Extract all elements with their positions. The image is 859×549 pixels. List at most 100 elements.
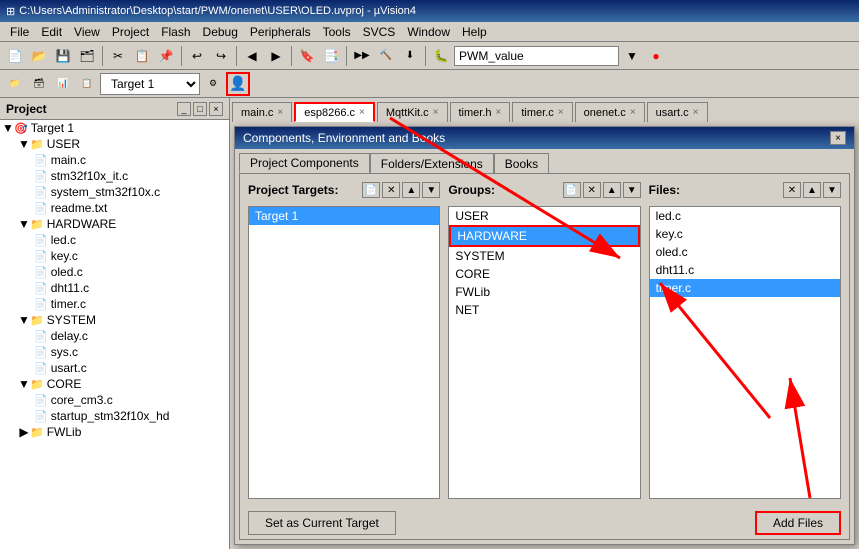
group-item-4[interactable]: FWLib — [449, 283, 639, 301]
tab-close-esp8266-c[interactable]: × — [359, 107, 365, 118]
panel-max-btn[interactable]: □ — [193, 102, 207, 116]
tab-esp8266-c[interactable]: esp8266.c × — [294, 102, 375, 122]
menu-peripherals[interactable]: Peripherals — [244, 23, 317, 41]
tree-oled-c[interactable]: 📄 oled.c — [0, 264, 229, 280]
group-item-3[interactable]: CORE — [449, 265, 639, 283]
rebuild-btn[interactable]: 🔨 — [375, 45, 397, 67]
groups-new-btn[interactable]: 📄 — [563, 182, 581, 198]
targets-up-btn[interactable]: ▲ — [402, 182, 420, 198]
menu-project[interactable]: Project — [106, 23, 155, 41]
menu-window[interactable]: Window — [401, 23, 456, 41]
file-item-0[interactable]: led.c — [650, 207, 840, 225]
targets-down-btn[interactable]: ▼ — [422, 182, 440, 198]
group-item-2[interactable]: SYSTEM — [449, 247, 639, 265]
tree-key-c[interactable]: 📄 key.c — [0, 248, 229, 264]
tab-close-timer-c[interactable]: × — [558, 107, 564, 118]
tree-system-folder[interactable]: ▼ 📁 SYSTEM — [0, 312, 229, 328]
download-btn[interactable]: ⬇ — [399, 45, 421, 67]
redo-btn[interactable]: ↪ — [210, 45, 232, 67]
tab-timer-h[interactable]: timer.h × — [450, 102, 511, 122]
tab-timer-c[interactable]: timer.c × — [512, 102, 572, 122]
tree-sys-c[interactable]: 📄 sys.c — [0, 344, 229, 360]
groups-up-btn[interactable]: ▲ — [603, 182, 621, 198]
tree-stm32-it[interactable]: 📄 stm32f10x_it.c — [0, 168, 229, 184]
tree-startup[interactable]: 📄 startup_stm32f10x_hd — [0, 408, 229, 424]
bookmark-btn[interactable]: 🔖 — [296, 45, 318, 67]
project-btn[interactable]: 📁 — [4, 73, 26, 95]
tab-close-usart-c[interactable]: × — [693, 107, 699, 118]
undo-btn[interactable]: ↩ — [186, 45, 208, 67]
left-btn[interactable]: ◀ — [241, 45, 263, 67]
tree-core-folder[interactable]: ▼ 📁 CORE — [0, 376, 229, 392]
target-item-0[interactable]: Target 1 — [249, 207, 439, 225]
tree-core-cm3[interactable]: 📄 core_cm3.c — [0, 392, 229, 408]
build-btn[interactable]: ▶▶ — [351, 45, 373, 67]
tree-readme[interactable]: 📄 readme.txt — [0, 200, 229, 216]
tree-main-c[interactable]: 📄 main.c — [0, 152, 229, 168]
tab-onenet-c[interactable]: onenet.c × — [575, 102, 645, 122]
menu-file[interactable]: File — [4, 23, 35, 41]
target-dropdown[interactable]: Target 1 — [100, 73, 200, 95]
menu-svcs[interactable]: SVCS — [357, 23, 402, 41]
templ-btn[interactable]: 📋 — [76, 73, 98, 95]
menu-tools[interactable]: Tools — [317, 23, 357, 41]
menu-debug[interactable]: Debug — [197, 23, 244, 41]
save-btn[interactable]: 💾 — [52, 45, 74, 67]
tree-timer-c[interactable]: 📄 timer.c — [0, 296, 229, 312]
debug-btn[interactable]: 🐛 — [430, 45, 452, 67]
tree-user-folder[interactable]: ▼ 📁 USER — [0, 136, 229, 152]
tree-hardware-folder[interactable]: ▼ 📁 HARDWARE — [0, 216, 229, 232]
file-item-3[interactable]: dht11.c — [650, 261, 840, 279]
panel-close-btn[interactable]: × — [209, 102, 223, 116]
groups-down-btn[interactable]: ▼ — [623, 182, 641, 198]
group-item-1[interactable]: HARDWARE — [449, 225, 639, 247]
options-btn[interactable]: ⚙ — [202, 73, 224, 95]
group-item-0[interactable]: USER — [449, 207, 639, 225]
cut-btn[interactable]: ✂ — [107, 45, 129, 67]
tab-main-c[interactable]: main.c × — [232, 102, 292, 122]
new-btn[interactable]: 📄 — [4, 45, 26, 67]
group-item-5[interactable]: NET — [449, 301, 639, 319]
tree-usart-c[interactable]: 📄 usart.c — [0, 360, 229, 376]
groups-del-btn[interactable]: ✕ — [583, 182, 601, 198]
tree-target[interactable]: ▼ 🎯 Target 1 — [0, 120, 229, 136]
tree-system-stm32[interactable]: 📄 system_stm32f10x.c — [0, 184, 229, 200]
tree-fwlib-folder[interactable]: ▶ 📁 FWLib — [0, 424, 229, 440]
set-current-target-btn[interactable]: Set as Current Target — [248, 511, 396, 535]
add-files-btn[interactable]: Add Files — [755, 511, 841, 535]
func-btn[interactable]: 📊 — [52, 73, 74, 95]
files-down-btn[interactable]: ▼ — [823, 182, 841, 198]
save-all-btn[interactable]: 🗂 — [76, 45, 98, 67]
dialog-tab-folders[interactable]: Folders/Extensions — [370, 153, 494, 173]
dialog-tab-project[interactable]: Project Components — [239, 153, 370, 173]
run-btn[interactable]: ● — [645, 45, 667, 67]
pwm-value-input[interactable] — [454, 46, 619, 66]
paste-btn[interactable]: 📌 — [155, 45, 177, 67]
menu-help[interactable]: Help — [456, 23, 493, 41]
targets-del-btn[interactable]: ✕ — [382, 182, 400, 198]
tab-mqttkit-c[interactable]: MqttKit.c × — [377, 102, 448, 122]
multi-btn[interactable]: 🗃 — [28, 73, 50, 95]
tree-led-c[interactable]: 📄 led.c — [0, 232, 229, 248]
tab-usart-c[interactable]: usart.c × — [647, 102, 708, 122]
menu-flash[interactable]: Flash — [155, 23, 196, 41]
open-btn[interactable]: 📂 — [28, 45, 50, 67]
targets-new-btn[interactable]: 📄 — [362, 182, 380, 198]
files-up-btn[interactable]: ▲ — [803, 182, 821, 198]
tab-close-timer-h[interactable]: × — [496, 107, 502, 118]
file-item-1[interactable]: key.c — [650, 225, 840, 243]
manage-components-btn[interactable]: 👤 — [226, 72, 250, 96]
dialog-tab-books[interactable]: Books — [494, 153, 549, 173]
tree-delay-c[interactable]: 📄 delay.c — [0, 328, 229, 344]
bookmarks-btn[interactable]: 📑 — [320, 45, 342, 67]
menu-view[interactable]: View — [68, 23, 106, 41]
file-item-2[interactable]: oled.c — [650, 243, 840, 261]
right-btn[interactable]: ▶ — [265, 45, 287, 67]
file-item-4[interactable]: timer.c — [650, 279, 840, 297]
tab-close-main-c[interactable]: × — [277, 107, 283, 118]
dropdown-btn[interactable]: ▼ — [621, 45, 643, 67]
tab-close-onenet-c[interactable]: × — [630, 107, 636, 118]
tree-dht11-c[interactable]: 📄 dht11.c — [0, 280, 229, 296]
files-del-btn[interactable]: ✕ — [783, 182, 801, 198]
panel-min-btn[interactable]: _ — [177, 102, 191, 116]
